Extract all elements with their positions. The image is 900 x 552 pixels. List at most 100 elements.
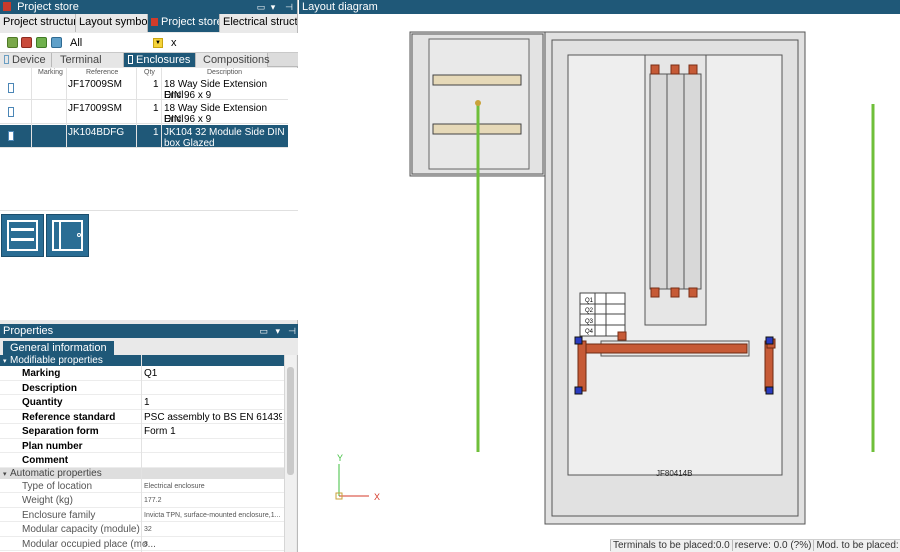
rail-anchor-point[interactable] <box>475 100 481 106</box>
tab-layout-symbols[interactable]: Layout symbols <box>76 14 148 32</box>
terminal-label: Q3 <box>585 319 594 325</box>
busbar-phase[interactable] <box>666 73 685 290</box>
property-row[interactable]: Description <box>0 381 284 395</box>
add-icon[interactable] <box>7 37 18 48</box>
refresh-icon[interactable] <box>36 37 47 48</box>
project-store-tab-icon <box>151 18 158 26</box>
x-axis-label: X <box>374 492 380 502</box>
property-key: Type of location <box>22 480 93 492</box>
property-value: 8 <box>144 540 148 548</box>
panel-menu-icon[interactable]: ▭ <box>255 0 267 14</box>
section-modifiable[interactable]: ▾ Modifiable properties <box>0 355 284 366</box>
subtab-device[interactable]: Device <box>0 53 52 67</box>
insulator-blue[interactable] <box>765 336 774 345</box>
layout-diagram-titlebar: Layout diagram <box>299 0 900 14</box>
busbar-terminal[interactable] <box>670 287 680 298</box>
busbar-terminal[interactable] <box>688 287 698 298</box>
tab-project-structure[interactable]: Project structur... <box>0 14 76 32</box>
property-value[interactable]: PSC assembly to BS EN 61439 ... <box>144 411 282 424</box>
filter-clear-button[interactable]: x <box>171 36 177 50</box>
y-axis-label: Y <box>337 453 343 463</box>
scrollbar-thumb[interactable] <box>287 367 294 475</box>
busbar-terminal[interactable] <box>650 64 660 75</box>
busbar-phase[interactable] <box>649 73 668 290</box>
table-row-selected[interactable]: JK104BDFG 1 JK104 32 Module Side DIN box… <box>0 125 288 149</box>
property-key: Modular occupied place (mo... <box>22 538 156 550</box>
property-row[interactable]: Comment <box>0 453 284 468</box>
pin-icon[interactable]: ⊣ <box>283 0 295 14</box>
property-value[interactable]: 1 <box>144 396 282 409</box>
properties-scrollbar[interactable] <box>284 355 296 552</box>
tab-electrical-structure[interactable]: Electrical struct... <box>220 14 298 32</box>
property-key: Reference standard <box>22 411 116 423</box>
tab-general-information[interactable]: General information <box>3 341 114 355</box>
busbar-terminal[interactable] <box>670 64 680 75</box>
property-key: Quantity <box>22 397 63 408</box>
enclosure-grid: Marking Reference Qty Description JF1700… <box>0 68 298 210</box>
filter-dropdown-icon[interactable]: ▼ <box>153 38 163 48</box>
property-column-divider <box>141 355 142 552</box>
busbar-terminal[interactable] <box>688 64 698 75</box>
filter-select[interactable]: All <box>70 36 164 50</box>
panel-dropdown-icon[interactable]: ▾ <box>275 324 280 338</box>
section-automatic-label: Automatic properties <box>10 467 102 479</box>
enclosure-thumbnail[interactable] <box>46 214 89 257</box>
thumb-rail <box>11 238 34 241</box>
property-row[interactable]: Quantity 1 <box>0 395 284 410</box>
thumb-handle <box>77 233 81 237</box>
neutral-bar[interactable] <box>582 343 748 354</box>
property-row[interactable]: Modular occupied place (mo... 8 <box>0 537 284 551</box>
grid-divider <box>66 68 67 148</box>
thumb-rail <box>11 228 34 231</box>
property-value: Electrical enclosure <box>144 482 205 490</box>
subtab-terminal-block[interactable]: Terminal block <box>52 53 124 80</box>
subtab-compositions[interactable]: Compositions <box>196 53 270 67</box>
table-row[interactable]: JF17009SM 1 18 Way Side Extension Encl D… <box>0 77 288 101</box>
bar-support-left[interactable] <box>577 340 587 392</box>
property-value[interactable]: Form 1 <box>144 425 282 438</box>
property-row[interactable]: Enclosure family Invicta TPN, surface-mou… <box>0 508 284 522</box>
property-row[interactable]: Plan number <box>0 439 284 453</box>
layout-diagram-title: Layout diagram <box>302 1 378 13</box>
property-value[interactable]: Q1 <box>144 367 282 380</box>
earth-terminal[interactable] <box>617 331 627 341</box>
property-row[interactable]: Weight (kg) 177.2 <box>0 493 284 508</box>
property-value: 177.2 <box>144 497 162 504</box>
subtab-enclosures[interactable]: Enclosures <box>124 53 196 67</box>
busbar-terminal[interactable] <box>650 287 660 298</box>
row-reference: JF17009SM <box>68 79 122 90</box>
section-modifiable-label: Modifiable properties <box>10 355 103 366</box>
panel-menu-icon[interactable]: ▭ <box>259 324 268 338</box>
row-qty: 1 <box>153 103 159 114</box>
status-reserve: reserve: 0.0 (?%) <box>731 540 814 551</box>
status-terminals: Terminals to be placed:0.0 <box>610 540 732 551</box>
layout-drawing[interactable]: Q1 Q2 Q3 Q4 JF80414B Y X <box>299 14 900 538</box>
table-row[interactable]: JF17009SM 1 18 Way Side Extension Encl D… <box>0 101 288 125</box>
terminal-label: Q1 <box>585 298 594 304</box>
insulator-blue[interactable] <box>574 336 583 345</box>
terminal-label: Q2 <box>585 308 594 314</box>
busbar-phase[interactable] <box>683 73 702 290</box>
delete-icon[interactable] <box>21 37 32 48</box>
row-description-line1: JK104 32 Module Side DIN <box>164 127 285 138</box>
enclosure-row-icon <box>8 131 14 141</box>
property-row[interactable]: Type of location Electrical enclosure <box>0 479 284 493</box>
properties-tabs: General information <box>0 338 298 355</box>
filter-icon[interactable] <box>51 37 62 48</box>
pin-icon[interactable]: ⊣ <box>288 324 296 338</box>
property-row[interactable]: Reference standard PSC assembly to BS EN … <box>0 410 284 424</box>
layout-canvas[interactable]: Q1 Q2 Q3 Q4 JF80414B Y X <box>299 14 900 538</box>
tab-project-store[interactable]: Project store <box>148 14 220 32</box>
insulator-blue[interactable] <box>574 386 583 395</box>
section-automatic[interactable]: ▾ Automatic properties <box>0 467 284 479</box>
din-rail[interactable] <box>432 74 522 86</box>
store-toolbar: All ▼ x <box>0 33 298 53</box>
enclosure-icon <box>128 55 133 64</box>
property-row[interactable]: Separation form Form 1 <box>0 424 284 439</box>
enclosure-thumbnail[interactable] <box>1 214 44 257</box>
property-row[interactable]: Marking Q1 <box>0 366 284 381</box>
property-row[interactable]: Modular capacity (module) 32 <box>0 522 284 537</box>
subtab-enclosures-label: Enclosures <box>136 54 191 66</box>
panel-dropdown-icon[interactable]: ▾ <box>267 0 279 14</box>
insulator-blue[interactable] <box>765 386 774 395</box>
